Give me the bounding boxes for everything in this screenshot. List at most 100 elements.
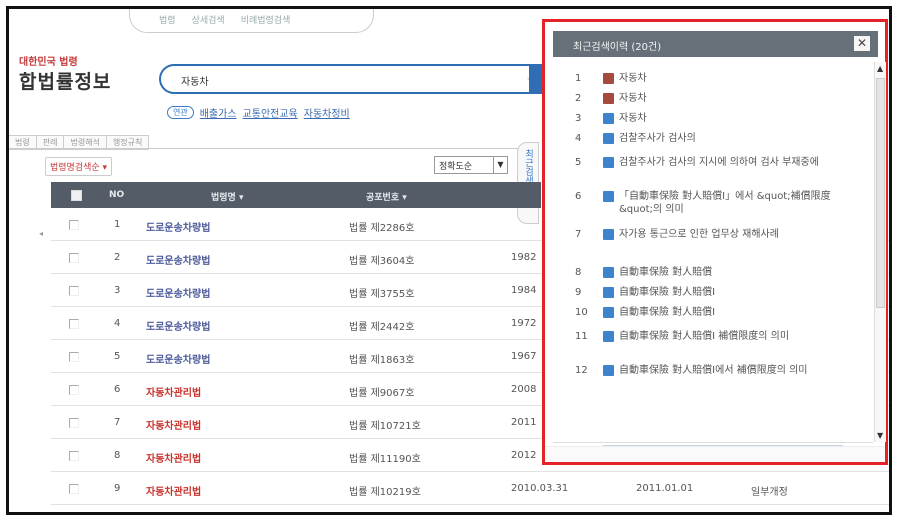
table-row[interactable]: 9 자동차관리법 법률 제10219호 2010.03.31 2011.01.01 일부개…: [51, 472, 889, 505]
recent-item-number: 6: [575, 191, 582, 202]
law-name-link[interactable]: 자동차관리법: [146, 384, 201, 399]
scroll-thumb[interactable]: [876, 78, 885, 308]
top-nav: 법령 상세검색 비례법령검색: [159, 13, 290, 26]
law-name-link[interactable]: 도로운송차량법: [146, 318, 210, 333]
related-link-maintenance[interactable]: 자동차정비: [304, 105, 350, 120]
search-type-icon: [603, 93, 614, 104]
promulgation-number: 법률 제11190호: [349, 454, 421, 465]
law-name-link[interactable]: 도로운송차량법: [146, 285, 210, 300]
recent-item-text[interactable]: 自動車保險 對人賠償: [619, 266, 859, 279]
row-checkbox[interactable]: [69, 451, 79, 461]
brand-subtitle: 대한민국 법령: [19, 57, 78, 68]
revision-kind: 일부개정: [751, 487, 788, 498]
recent-item-text[interactable]: 自動車保險 對人賠償Ⅰ: [619, 286, 859, 299]
promulgation-number: 법률 제3604호: [349, 256, 415, 267]
law-name-link[interactable]: 자동차관리법: [146, 450, 201, 465]
row-number: 9: [114, 483, 121, 494]
scroll-up-icon[interactable]: ▲: [877, 64, 883, 73]
recent-search-panel: 최근검색이력 (20건) ✕ 1 자동차 2 자동차 3 자동차 4 검찰주사가 검사의 5 검찰…: [542, 19, 888, 465]
top-nav-item-detail-search[interactable]: 상세검색: [192, 13, 225, 26]
tabs-divider: [9, 148, 539, 149]
search-type-icon: [603, 287, 614, 298]
search-type-icon: [603, 73, 614, 84]
search-type-icon: [603, 191, 614, 202]
row-checkbox[interactable]: [69, 319, 79, 329]
promulgation-date: 2011: [511, 417, 537, 428]
promulgation-number: 법률 제10219호: [349, 487, 421, 498]
search-type-icon: [603, 267, 614, 278]
recent-search-title: 최근검색이력 (20건): [573, 42, 662, 53]
promulgation-date: 1967: [511, 351, 537, 362]
row-checkbox[interactable]: [69, 385, 79, 395]
recent-item-number: 4: [575, 133, 582, 144]
row-checkbox[interactable]: [69, 484, 79, 494]
related-link-exhaust[interactable]: 배출가스: [200, 105, 237, 120]
row-number: 1: [114, 219, 121, 230]
table-header: NO 법령명 ▾ 공포번호 ▾: [51, 182, 541, 208]
search-type-icon: [603, 229, 614, 240]
recent-item-text[interactable]: 검찰주사가 검사의: [619, 132, 859, 145]
row-checkbox[interactable]: [69, 286, 79, 296]
recent-item-text[interactable]: 자동차: [619, 112, 859, 125]
recent-item-text[interactable]: 自動車保險 對人賠償Ⅰ: [619, 306, 859, 319]
search-type-icon: [603, 307, 614, 318]
promulgation-number: 법률 제1863호: [349, 355, 415, 366]
row-number: 5: [114, 351, 121, 362]
row-number: 8: [114, 450, 121, 461]
search-value: 자동차: [181, 77, 209, 88]
scroll-down-icon[interactable]: ▼: [877, 431, 883, 440]
top-nav-item-compare-search[interactable]: 비례법령검색: [241, 13, 291, 26]
recent-item-number: 1: [575, 73, 582, 84]
search-type-icon: [603, 133, 614, 144]
promulgation-number: 법률 제3755호: [349, 289, 415, 300]
order-select-value: 정확도순: [439, 162, 473, 172]
close-icon[interactable]: ✕: [854, 36, 870, 51]
law-name-link[interactable]: 도로운송차량법: [146, 351, 210, 366]
sort-by-name-button[interactable]: 법령명검색순 ▾: [45, 157, 113, 176]
recent-item-text[interactable]: 「自動車保險 對人賠償Ⅰ」에서 &quot;補償限度&quot;의 의미: [619, 190, 859, 216]
recent-item-number: 8: [575, 267, 582, 278]
law-name-link[interactable]: 자동차관리법: [146, 417, 201, 432]
top-nav-item-law[interactable]: 법령: [159, 13, 176, 26]
recent-item-number: 9: [575, 287, 582, 298]
row-checkbox[interactable]: [69, 253, 79, 263]
row-checkbox[interactable]: [69, 220, 79, 230]
related-link-traffic-safety[interactable]: 교통안전교육: [243, 105, 298, 120]
search-input[interactable]: 자동차 ⌄: [159, 64, 559, 94]
promulgation-number: 법률 제9067호: [349, 388, 415, 399]
recent-item-text[interactable]: 자가용 통근으로 인한 업무상 재해사례: [619, 228, 859, 241]
law-name-link[interactable]: 자동차관리법: [146, 483, 201, 498]
recent-item-text[interactable]: 자동차: [619, 92, 859, 105]
effective-date: 2011.01.01: [636, 483, 694, 494]
search-type-icon: [603, 331, 614, 342]
brand-title[interactable]: 합법률정보: [19, 67, 111, 94]
row-number: 2: [114, 252, 121, 263]
search-type-icon: [603, 365, 614, 376]
law-name-link[interactable]: 도로운송차량법: [146, 219, 210, 234]
vertical-scrollbar[interactable]: ▲ ▼: [874, 62, 886, 442]
row-checkbox[interactable]: [69, 352, 79, 362]
chevron-down-icon[interactable]: ▼: [493, 157, 507, 173]
promulgation-date: 1982: [511, 252, 537, 263]
recent-item-number: 7: [575, 229, 582, 240]
recent-item-text[interactable]: 자동차: [619, 72, 859, 85]
row-number: 7: [114, 417, 121, 428]
recent-item-text[interactable]: 自動車保險 對人賠償Ⅰ 補償限度의 의미: [619, 330, 859, 343]
header-promulgation-number[interactable]: 공포번호 ▾: [366, 190, 407, 203]
recent-item-number: 12: [575, 365, 588, 376]
header-law-name[interactable]: 법령명 ▾: [211, 190, 244, 203]
row-number: 4: [114, 318, 121, 329]
recent-item-text[interactable]: 自動車保險 對人賠償Ⅰ에서 補償限度의 의미: [619, 364, 859, 377]
chevron-left-icon[interactable]: ◂: [39, 229, 43, 238]
recent-item-text[interactable]: 검찰주사가 검사의 지시에 의하여 검사 부재중에: [619, 156, 859, 169]
row-checkbox[interactable]: [69, 418, 79, 428]
select-all-checkbox[interactable]: [71, 190, 82, 201]
promulgation-date: 2010.03.31: [511, 483, 569, 494]
promulgation-date: 2012: [511, 450, 537, 461]
order-select[interactable]: 정확도순 ▼: [434, 156, 508, 174]
search-type-icon: [603, 113, 614, 124]
law-name-link[interactable]: 도로운송차량법: [146, 252, 210, 267]
row-number: 6: [114, 384, 121, 395]
recent-item-number: 2: [575, 93, 582, 104]
header-no: NO: [109, 190, 125, 200]
